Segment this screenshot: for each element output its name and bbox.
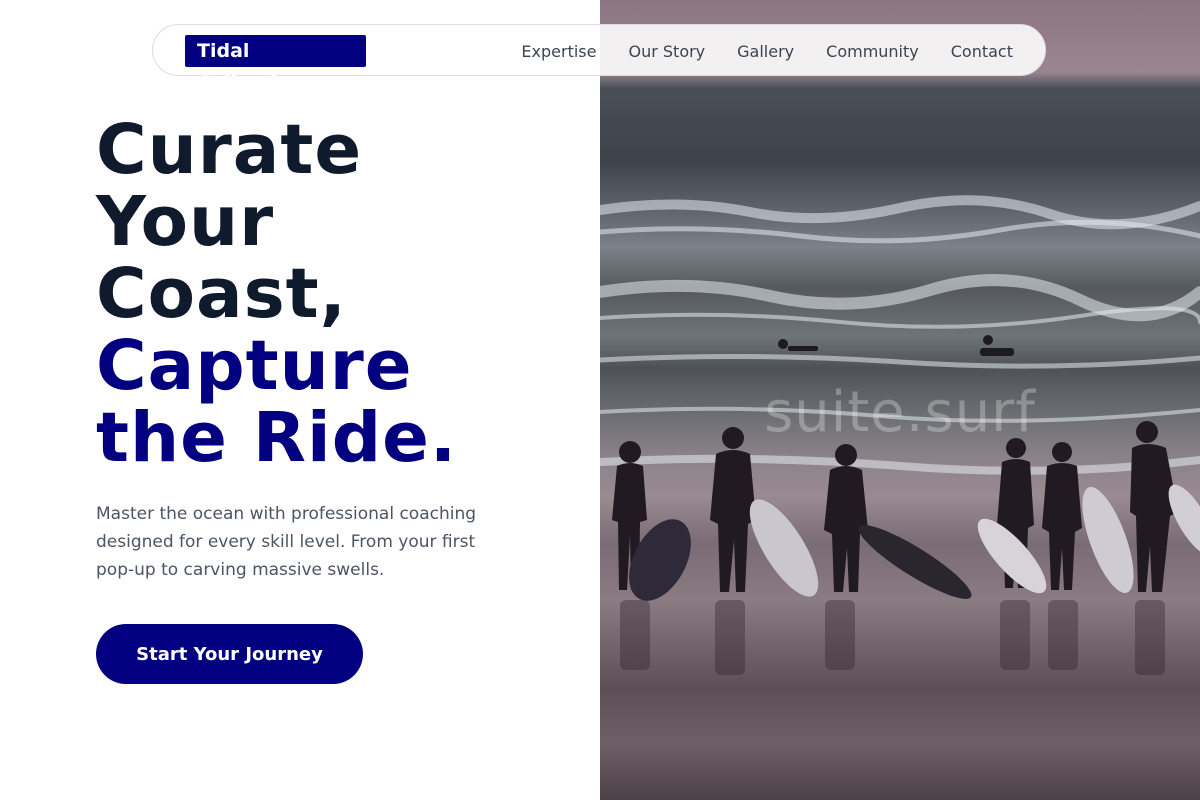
nav-links: Expertise Our Story Gallery Community Co… xyxy=(521,25,1013,77)
hero-headline: Curate Your Coast, Capture the Ride. xyxy=(96,114,457,474)
start-journey-button[interactable]: Start Your Journey xyxy=(96,624,363,684)
headline-line: Your xyxy=(96,182,275,262)
nav-link-community[interactable]: Community xyxy=(826,42,919,61)
nav-link-our-story[interactable]: Our Story xyxy=(628,42,705,61)
watermark-text: suite.surf xyxy=(764,380,1036,445)
top-navigation: Tidal Collective Expertise Our Story Gal… xyxy=(152,24,1046,94)
brand-logo[interactable]: Tidal Collective xyxy=(185,35,366,94)
nav-link-expertise[interactable]: Expertise xyxy=(521,42,596,61)
nav-link-gallery[interactable]: Gallery xyxy=(737,42,794,61)
hero-description: Master the ocean with professional coach… xyxy=(96,504,477,580)
headline-line: Coast, xyxy=(96,254,347,334)
nav-link-contact[interactable]: Contact xyxy=(951,42,1013,61)
headline-accent-line: Capture xyxy=(96,326,413,406)
headline-accent-line: the Ride. xyxy=(96,398,458,478)
hero-photo: suite.surf xyxy=(600,0,1200,800)
headline-line: Curate xyxy=(96,110,363,190)
